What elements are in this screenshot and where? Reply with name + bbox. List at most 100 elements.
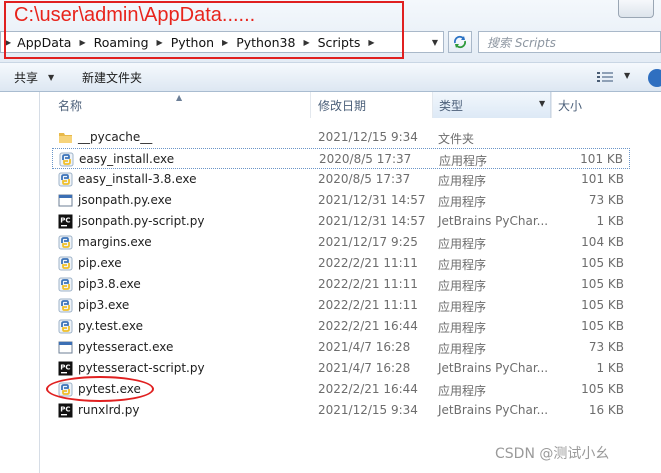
file-type: JetBrains PyChar... [438,403,549,417]
python-exe-icon [59,152,74,167]
file-type: 应用程序 [438,258,487,272]
file-name: jsonpath.py-script.py [78,214,205,228]
column-header-size[interactable]: 大小 [551,92,661,118]
python-exe-icon [58,298,73,313]
file-name: pytesseract-script.py [78,361,205,375]
column-header-type[interactable]: 类型 [432,92,551,118]
file-size: 104 KB [581,235,624,249]
file-row[interactable]: margins.exe 2021/12/17 9:25 应用程序 104 KB [52,232,630,253]
new-folder-button[interactable]: 新建文件夹 [82,63,142,92]
file-date: 2022/2/21 16:44 [318,382,418,396]
column-header-date[interactable]: 修改日期 [310,92,432,118]
file-size: 1 KB [596,214,624,228]
file-row[interactable]: pip.exe 2022/2/21 11:11 应用程序 105 KB [52,253,630,274]
file-name: pip3.exe [78,298,130,312]
file-size: 105 KB [581,298,624,312]
column-header-name-label: 名称 [58,98,83,113]
navigation-pane[interactable] [0,92,40,473]
watermark: CSDN @测试小幺 [495,446,610,462]
file-date: 2021/12/15 9:34 [318,403,418,417]
file-date: 2022/2/21 11:11 [318,277,418,291]
help-icon[interactable] [648,69,661,87]
svg-text:PC: PC [60,406,70,414]
file-type: 应用程序 [438,384,487,398]
file-date: 2021/4/7 16:28 [318,361,411,375]
minimize-button[interactable] [618,0,654,18]
address-bar-area: ▶ AppData ▶ Roaming ▶ Python ▶ Python38 … [0,0,661,62]
file-name: pip3.8.exe [78,277,141,291]
file-name: easy_install-3.8.exe [78,172,197,186]
python-exe-icon [58,172,73,187]
file-type: 应用程序 [438,279,487,293]
file-type: 应用程序 [439,154,488,168]
file-type: JetBrains PyChar... [438,361,549,375]
refresh-button[interactable] [448,31,472,53]
file-type: 应用程序 [438,237,487,251]
view-dropdown-icon[interactable]: ▼ [624,71,630,80]
file-name: jsonpath.py.exe [78,193,172,207]
file-date: 2020/8/5 17:37 [319,152,412,166]
pycharm-file-icon: PC [58,214,73,229]
svg-text:PC: PC [60,364,70,372]
file-row[interactable]: PC jsonpath.py-script.py 2021/12/31 14:57 J… [52,211,630,232]
file-name: easy_install.exe [79,152,175,166]
file-name: __pycache__ [78,130,153,144]
svg-text:PC: PC [60,217,70,225]
pycharm-file-icon: PC [58,361,73,376]
file-row[interactable]: PC pytesseract-script.py 2021/4/7 16:28 Jet… [52,358,630,379]
file-date: 2022/2/21 11:11 [318,298,418,312]
file-size: 101 KB [581,172,624,186]
file-name: pytesseract.exe [78,340,174,354]
file-name: pip.exe [78,256,122,270]
file-row[interactable]: pip3.8.exe 2022/2/21 11:11 应用程序 105 KB [52,274,630,295]
file-name: runxlrd.py [78,403,140,417]
file-row[interactable]: pytesseract.exe 2021/4/7 16:28 应用程序 73 KB [52,337,630,358]
file-row[interactable]: easy_install-3.8.exe 2020/8/5 17:37 应用程序 10… [52,169,630,190]
file-date: 2021/4/7 16:28 [318,340,411,354]
file-name: margins.exe [78,235,152,249]
file-size: 73 KB [588,193,624,207]
sort-ascending-icon: ▲ [176,93,183,102]
file-type: 应用程序 [438,195,487,209]
file-row[interactable]: easy_install.exe 2020/8/5 17:37 应用程序 101 KB [52,148,630,169]
file-row[interactable]: pip3.exe 2022/2/21 11:11 应用程序 105 KB [52,295,630,316]
address-history-dropdown-icon[interactable]: ▼ [427,32,443,52]
python-exe-icon [58,277,73,292]
file-row[interactable]: py.test.exe 2022/2/21 16:44 应用程序 105 KB [52,316,630,337]
file-row[interactable]: PC runxlrd.py 2021/12/15 9:34 JetBrains PyC… [52,400,630,421]
view-options-icon[interactable] [597,71,613,84]
file-type: 文件夹 [438,132,475,146]
column-header-date-label: 修改日期 [318,98,367,113]
file-date: 2022/2/21 16:44 [318,319,418,333]
search-input[interactable]: 搜索 Scripts [478,31,661,53]
column-header-type-label: 类型 [439,98,464,113]
file-date: 2021/12/15 9:34 [318,130,418,144]
file-type: 应用程序 [438,321,487,335]
python-exe-icon [58,319,73,334]
share-label: 共享 [14,71,39,85]
file-row[interactable]: __pycache__ 2021/12/15 9:34 文件夹 [52,127,630,148]
file-size: 101 KB [580,152,623,166]
search-placeholder: 搜索 Scripts [487,35,556,50]
window-exe-icon [58,193,73,208]
file-date: 2021/12/31 14:57 [318,214,426,228]
refresh-icon [453,35,467,49]
command-toolbar: 共享 ▼ 新建文件夹 ▼ [0,62,661,92]
file-name: py.test.exe [78,319,143,333]
column-filter-dropdown-icon[interactable]: ▼ [539,99,545,108]
share-button[interactable]: 共享 ▼ [14,63,54,92]
file-size: 105 KB [581,319,624,333]
file-row[interactable]: jsonpath.py.exe 2021/12/31 14:57 应用程序 73 KB [52,190,630,211]
annotation-ellipse [46,376,154,402]
file-date: 2021/12/17 9:25 [318,235,418,249]
file-type: JetBrains PyChar... [438,214,549,228]
file-type: 应用程序 [438,174,487,188]
pycharm-file-icon: PC [58,403,73,418]
annotation-path-text: C:\user\admin\AppData...... [14,4,256,26]
column-header-size-label: 大小 [558,98,583,113]
file-size: 105 KB [581,277,624,291]
chevron-down-icon: ▼ [48,73,55,82]
file-size: 73 KB [588,340,624,354]
folder-icon [58,130,73,145]
file-type: 应用程序 [438,342,487,356]
